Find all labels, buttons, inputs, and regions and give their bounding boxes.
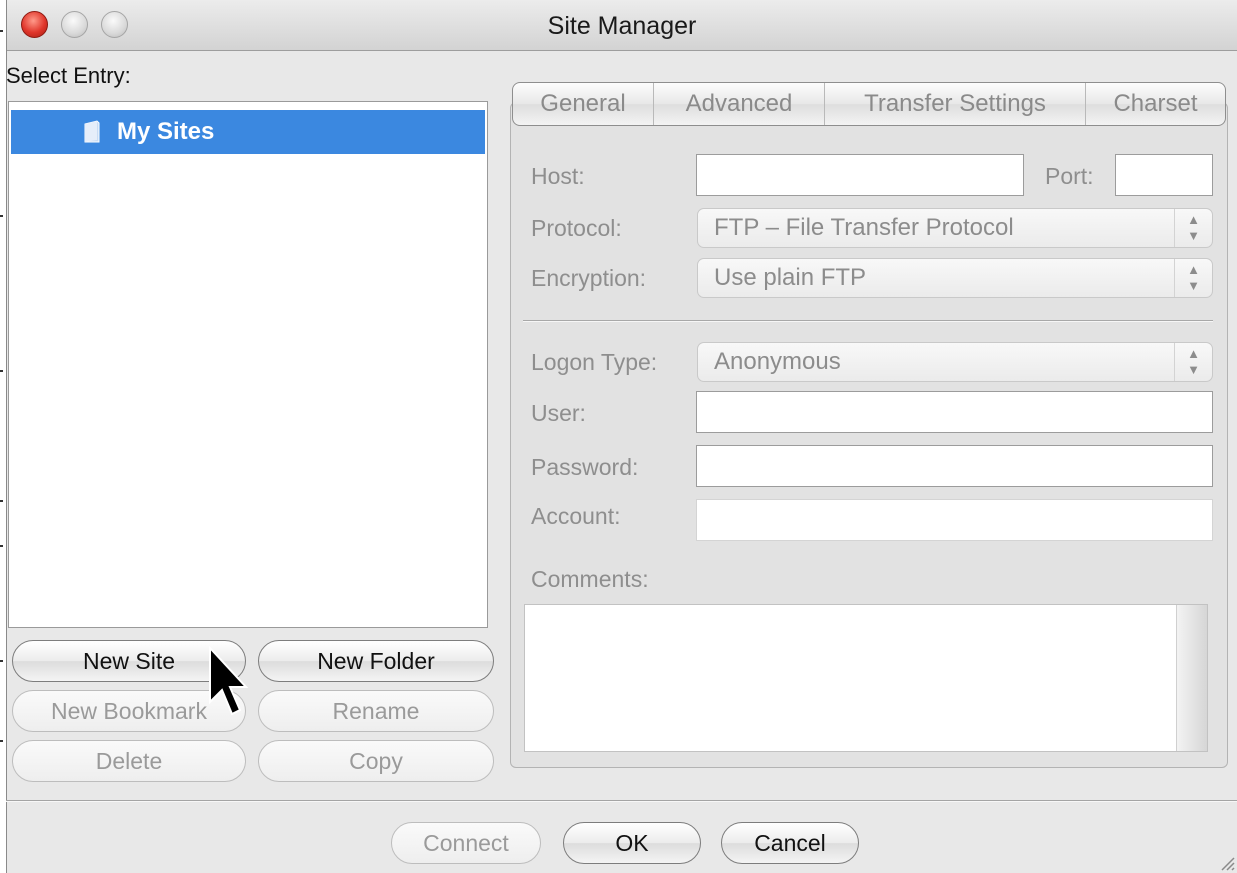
protocol-select[interactable]: FTP – File Transfer Protocol ▲ ▼: [697, 208, 1213, 248]
protocol-value: FTP – File Transfer Protocol: [714, 214, 1014, 241]
mouse-cursor-icon: [209, 646, 249, 716]
logon-type-select[interactable]: Anonymous ▲ ▼: [697, 342, 1213, 382]
tab-bar: General Advanced Transfer Settings Chars…: [512, 82, 1226, 126]
rename-button[interactable]: Rename: [258, 690, 494, 732]
host-input[interactable]: [696, 154, 1024, 196]
password-label: Password:: [531, 454, 639, 480]
tab-advanced[interactable]: Advanced: [654, 83, 825, 125]
password-input[interactable]: [696, 445, 1213, 487]
connect-button[interactable]: Connect: [391, 822, 541, 864]
comments-scrollbar[interactable]: [1176, 605, 1207, 751]
section-divider: [523, 320, 1213, 322]
account-label: Account:: [531, 503, 621, 529]
folder-icon: [84, 120, 100, 143]
ok-button[interactable]: OK: [563, 822, 701, 864]
logon-type-value: Anonymous: [714, 348, 841, 375]
site-tree[interactable]: My Sites: [8, 101, 488, 628]
encryption-value: Use plain FTP: [714, 264, 867, 291]
account-input[interactable]: [696, 499, 1213, 541]
select-arrows-icon: ▲ ▼: [1174, 209, 1212, 247]
tab-general[interactable]: General: [513, 83, 654, 125]
user-label: User:: [531, 400, 586, 426]
select-entry-label: Select Entry:: [6, 63, 131, 88]
encryption-select[interactable]: Use plain FTP ▲ ▼: [697, 258, 1213, 298]
tab-charset[interactable]: Charset: [1086, 83, 1225, 125]
comments-textarea[interactable]: [524, 604, 1208, 752]
footer-divider: [6, 800, 1237, 802]
logon-type-label: Logon Type:: [531, 349, 658, 375]
resize-grip-icon[interactable]: [1217, 853, 1235, 871]
select-arrows-icon: ▲ ▼: [1174, 343, 1212, 381]
port-label: Port:: [1045, 163, 1094, 189]
title-bar: Site Manager: [7, 0, 1237, 51]
encryption-label: Encryption:: [531, 265, 647, 291]
comments-label: Comments:: [531, 566, 649, 592]
user-input[interactable]: [696, 391, 1213, 433]
tree-item-my-sites[interactable]: My Sites: [11, 110, 485, 154]
delete-button[interactable]: Delete: [12, 740, 246, 782]
cancel-button[interactable]: Cancel: [721, 822, 859, 864]
host-label: Host:: [531, 163, 585, 189]
protocol-label: Protocol:: [531, 215, 622, 241]
port-input[interactable]: [1115, 154, 1213, 196]
tree-item-label: My Sites: [117, 118, 215, 145]
copy-button[interactable]: Copy: [258, 740, 494, 782]
tab-transfer-settings[interactable]: Transfer Settings: [825, 83, 1086, 125]
new-folder-button[interactable]: New Folder: [258, 640, 494, 682]
window-title: Site Manager: [547, 12, 697, 40]
select-arrows-icon: ▲ ▼: [1174, 259, 1212, 297]
